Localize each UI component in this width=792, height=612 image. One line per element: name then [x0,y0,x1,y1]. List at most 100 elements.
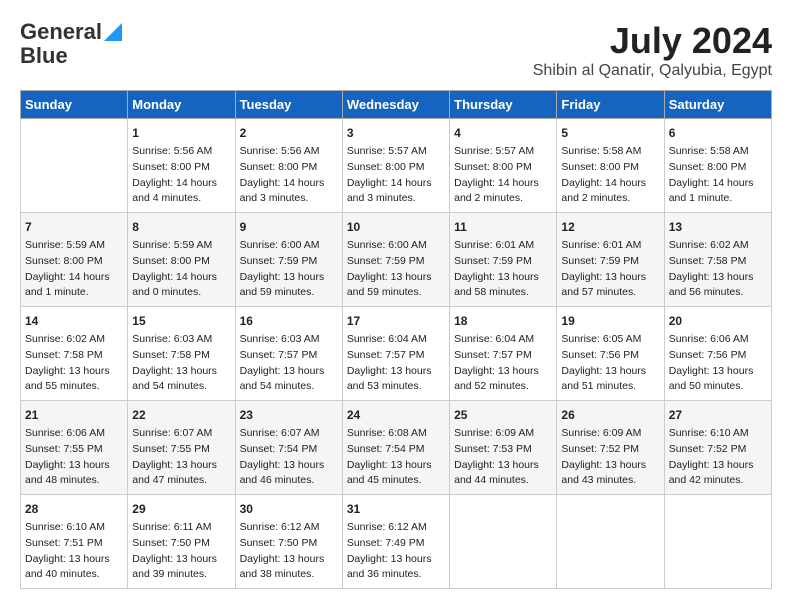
cell-text: and 59 minutes. [347,285,445,301]
day-number: 11 [454,218,552,236]
cell-text: Sunrise: 5:59 AM [25,238,123,254]
cell-text: Sunrise: 6:05 AM [561,332,659,348]
day-number: 12 [561,218,659,236]
cell-text: and 3 minutes. [240,191,338,207]
day-number: 2 [240,124,338,142]
day-number: 29 [132,500,230,518]
cell-text: Sunset: 8:00 PM [347,160,445,176]
day-header-wednesday: Wednesday [342,91,449,119]
calendar-week-row: 21Sunrise: 6:06 AMSunset: 7:55 PMDayligh… [21,401,772,495]
day-number: 21 [25,406,123,424]
cell-text: Sunset: 7:59 PM [561,254,659,270]
cell-text: Sunset: 8:00 PM [454,160,552,176]
calendar-cell: 22Sunrise: 6:07 AMSunset: 7:55 PMDayligh… [128,401,235,495]
cell-text: Daylight: 14 hours [347,176,445,192]
cell-text: Sunset: 8:00 PM [25,254,123,270]
cell-text: Daylight: 13 hours [454,364,552,380]
cell-text: Daylight: 13 hours [25,364,123,380]
cell-text: Daylight: 13 hours [25,552,123,568]
cell-text: Daylight: 13 hours [347,364,445,380]
cell-text: Sunrise: 6:11 AM [132,520,230,536]
day-number: 19 [561,312,659,330]
calendar-cell [557,495,664,589]
day-header-saturday: Saturday [664,91,771,119]
cell-text: and 0 minutes. [132,285,230,301]
cell-text: and 48 minutes. [25,473,123,489]
calendar-cell: 12Sunrise: 6:01 AMSunset: 7:59 PMDayligh… [557,213,664,307]
day-header-friday: Friday [557,91,664,119]
day-number: 6 [669,124,767,142]
cell-text: Sunrise: 6:03 AM [240,332,338,348]
calendar-cell: 10Sunrise: 6:00 AMSunset: 7:59 PMDayligh… [342,213,449,307]
cell-text: and 59 minutes. [240,285,338,301]
cell-text: and 45 minutes. [347,473,445,489]
day-number: 31 [347,500,445,518]
cell-text: and 2 minutes. [561,191,659,207]
calendar-cell: 27Sunrise: 6:10 AMSunset: 7:52 PMDayligh… [664,401,771,495]
cell-text: Daylight: 14 hours [25,270,123,286]
calendar-subtitle: Shibin al Qanatir, Qalyubia, Egypt [533,62,772,80]
cell-text: Daylight: 13 hours [561,458,659,474]
calendar-cell: 18Sunrise: 6:04 AMSunset: 7:57 PMDayligh… [450,307,557,401]
calendar-cell: 11Sunrise: 6:01 AMSunset: 7:59 PMDayligh… [450,213,557,307]
calendar-cell: 31Sunrise: 6:12 AMSunset: 7:49 PMDayligh… [342,495,449,589]
cell-text: and 54 minutes. [240,379,338,395]
day-number: 26 [561,406,659,424]
cell-text: Sunset: 7:59 PM [240,254,338,270]
logo-blue: Blue [20,44,68,68]
cell-text: Daylight: 13 hours [25,458,123,474]
cell-text: Daylight: 13 hours [347,458,445,474]
cell-text: Sunset: 7:58 PM [669,254,767,270]
cell-text: Sunset: 7:54 PM [240,442,338,458]
cell-text: and 58 minutes. [454,285,552,301]
calendar-cell: 4Sunrise: 5:57 AMSunset: 8:00 PMDaylight… [450,119,557,213]
cell-text: Sunset: 8:00 PM [669,160,767,176]
cell-text: and 43 minutes. [561,473,659,489]
cell-text: Daylight: 13 hours [132,458,230,474]
cell-text: Sunset: 7:58 PM [25,348,123,364]
day-number: 27 [669,406,767,424]
calendar-cell: 3Sunrise: 5:57 AMSunset: 8:00 PMDaylight… [342,119,449,213]
cell-text: Sunset: 7:59 PM [454,254,552,270]
day-number: 25 [454,406,552,424]
calendar-cell [450,495,557,589]
day-number: 4 [454,124,552,142]
cell-text: Sunset: 7:51 PM [25,536,123,552]
calendar-cell: 17Sunrise: 6:04 AMSunset: 7:57 PMDayligh… [342,307,449,401]
calendar-cell: 5Sunrise: 5:58 AMSunset: 8:00 PMDaylight… [557,119,664,213]
cell-text: Sunrise: 6:08 AM [347,426,445,442]
cell-text: Sunrise: 6:09 AM [454,426,552,442]
cell-text: Sunset: 7:56 PM [561,348,659,364]
page-header: General Blue July 2024 Shibin al Qanatir… [20,20,772,80]
cell-text: Sunrise: 6:04 AM [454,332,552,348]
cell-text: and 47 minutes. [132,473,230,489]
cell-text: Sunset: 7:50 PM [132,536,230,552]
cell-text: Sunrise: 6:12 AM [240,520,338,536]
cell-text: Daylight: 13 hours [669,270,767,286]
cell-text: Daylight: 13 hours [561,364,659,380]
day-number: 20 [669,312,767,330]
cell-text: Sunrise: 6:10 AM [669,426,767,442]
calendar-week-row: 28Sunrise: 6:10 AMSunset: 7:51 PMDayligh… [21,495,772,589]
cell-text: and 36 minutes. [347,567,445,583]
calendar-cell: 26Sunrise: 6:09 AMSunset: 7:52 PMDayligh… [557,401,664,495]
calendar-cell: 7Sunrise: 5:59 AMSunset: 8:00 PMDaylight… [21,213,128,307]
cell-text: Daylight: 14 hours [132,176,230,192]
cell-text: Sunrise: 6:10 AM [25,520,123,536]
cell-text: and 39 minutes. [132,567,230,583]
day-number: 1 [132,124,230,142]
calendar-cell: 23Sunrise: 6:07 AMSunset: 7:54 PMDayligh… [235,401,342,495]
cell-text: Sunset: 7:57 PM [240,348,338,364]
calendar-table: SundayMondayTuesdayWednesdayThursdayFrid… [20,90,772,589]
cell-text: and 55 minutes. [25,379,123,395]
calendar-cell [21,119,128,213]
calendar-title: July 2024 [533,20,772,62]
cell-text: and 51 minutes. [561,379,659,395]
calendar-cell: 8Sunrise: 5:59 AMSunset: 8:00 PMDaylight… [128,213,235,307]
calendar-cell: 13Sunrise: 6:02 AMSunset: 7:58 PMDayligh… [664,213,771,307]
cell-text: Sunrise: 5:58 AM [561,144,659,160]
cell-text: Sunrise: 5:58 AM [669,144,767,160]
cell-text: Daylight: 14 hours [454,176,552,192]
cell-text: Daylight: 13 hours [132,552,230,568]
cell-text: and 54 minutes. [132,379,230,395]
